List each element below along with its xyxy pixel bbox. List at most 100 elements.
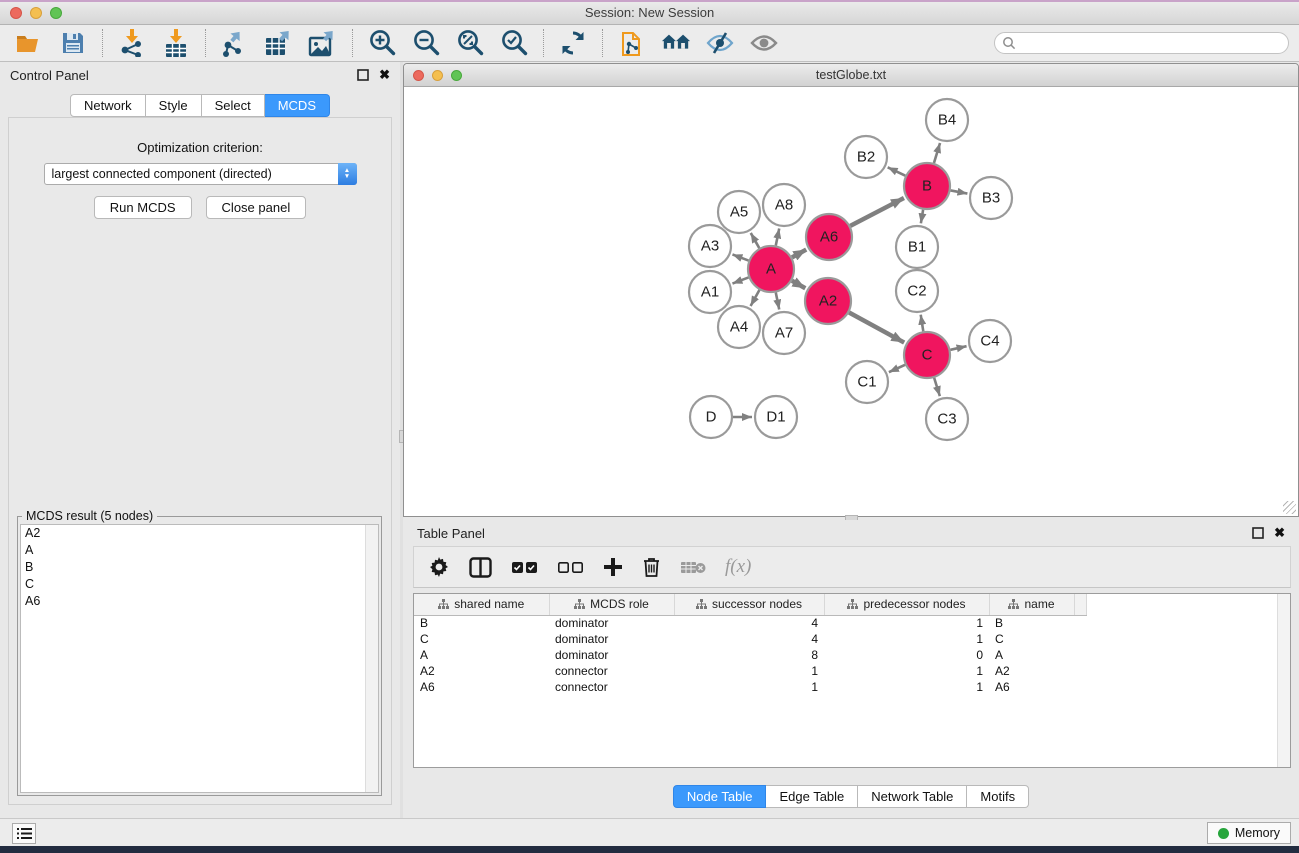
tab-select[interactable]: Select (202, 94, 265, 117)
table-cell[interactable]: 1 (674, 679, 824, 695)
memory-button[interactable]: Memory (1207, 822, 1291, 844)
deselect-all-icon[interactable] (557, 561, 584, 574)
table-cell[interactable]: 8 (674, 647, 824, 663)
graph-edge[interactable] (732, 254, 748, 260)
table-cell[interactable]: connector (549, 663, 674, 679)
graph-edge[interactable] (951, 190, 968, 193)
result-list-item[interactable]: A2 (21, 525, 378, 542)
table-cell[interactable]: 1 (674, 663, 824, 679)
search-field[interactable] (994, 32, 1289, 54)
export-network-button[interactable] (220, 28, 250, 58)
column-header[interactable]: successor nodes (674, 594, 824, 615)
network-canvas[interactable]: AA1A2A3A4A5A6A7A8BB1B2B3B4CC1C2C3C4DD1 (404, 87, 1298, 516)
graph-node-C2[interactable]: C2 (896, 270, 938, 312)
select-all-icon[interactable] (511, 561, 538, 574)
graph-edge[interactable] (921, 315, 924, 332)
delete-table-icon[interactable] (680, 559, 706, 575)
tab-node-table[interactable]: Node Table (673, 785, 767, 808)
zoom-selected-button[interactable] (499, 28, 529, 58)
graph-node-D1[interactable]: D1 (755, 396, 797, 438)
table-scrollbar[interactable] (1277, 594, 1290, 767)
column-header[interactable]: name (989, 594, 1074, 615)
graph-edge[interactable] (792, 281, 805, 289)
function-builder-icon[interactable]: f(x) (725, 556, 751, 578)
result-list-item[interactable]: A6 (21, 593, 378, 610)
graph-node-A3[interactable]: A3 (689, 225, 731, 267)
graph-node-A[interactable]: A (748, 246, 794, 292)
table-cell[interactable]: dominator (549, 647, 674, 663)
result-list-item[interactable]: A (21, 542, 378, 559)
table-row[interactable]: Cdominator41C (414, 631, 1086, 647)
table-close-icon[interactable]: ✖ (1274, 525, 1285, 541)
table-cell[interactable]: 1 (824, 679, 989, 695)
table-cell[interactable]: 4 (674, 631, 824, 647)
close-panel-button[interactable]: Close panel (206, 196, 307, 219)
zoom-in-button[interactable] (367, 28, 397, 58)
search-input[interactable] (1016, 36, 1288, 50)
tab-network-table[interactable]: Network Table (858, 785, 967, 808)
graph-edge[interactable] (776, 229, 779, 246)
mcds-result-list[interactable]: A2ABCA6 (20, 524, 379, 793)
run-mcds-button[interactable]: Run MCDS (94, 196, 192, 219)
resize-grip-icon[interactable] (1283, 501, 1296, 514)
table-row[interactable]: Adominator80A (414, 647, 1086, 663)
export-image-button[interactable] (308, 28, 338, 58)
table-cell[interactable]: 4 (674, 615, 824, 631)
graph-node-B4[interactable]: B4 (926, 99, 968, 141)
import-network-button[interactable] (117, 28, 147, 58)
graph-edge[interactable] (934, 143, 940, 163)
tab-style[interactable]: Style (146, 94, 202, 117)
open-session-button[interactable] (14, 28, 44, 58)
column-header[interactable]: MCDS role (549, 594, 674, 615)
network-window-titlebar[interactable]: testGlobe.txt (404, 64, 1298, 87)
graph-edge[interactable] (934, 378, 940, 396)
graph-node-A6[interactable]: A6 (806, 214, 852, 260)
graph-edge[interactable] (732, 277, 748, 283)
export-table-button[interactable] (264, 28, 294, 58)
table-row[interactable]: A6connector11A6 (414, 679, 1086, 695)
table-row[interactable]: Bdominator41B (414, 615, 1086, 631)
add-column-icon[interactable] (603, 557, 623, 577)
graph-edge[interactable] (950, 346, 966, 350)
tab-network[interactable]: Network (70, 94, 146, 117)
hide-eye-button[interactable] (705, 28, 735, 58)
table-cell[interactable]: B (414, 615, 549, 631)
column-header[interactable]: shared name (414, 594, 549, 615)
graph-node-C4[interactable]: C4 (969, 320, 1011, 362)
show-eye-button[interactable] (749, 28, 779, 58)
tab-motifs[interactable]: Motifs (967, 785, 1029, 808)
split-panel-icon[interactable] (469, 557, 492, 578)
houses-button[interactable] (661, 28, 691, 58)
node-table[interactable]: shared nameMCDS rolesuccessor nodesprede… (413, 593, 1291, 768)
graph-node-A1[interactable]: A1 (689, 271, 731, 313)
graph-edge[interactable] (888, 167, 906, 175)
network-file-button[interactable] (617, 28, 647, 58)
graph-edge[interactable] (850, 198, 904, 226)
table-cell[interactable]: C (414, 631, 549, 647)
table-cell[interactable]: A6 (989, 679, 1074, 695)
table-cell[interactable]: dominator (549, 631, 674, 647)
graph-node-A2[interactable]: A2 (805, 278, 851, 324)
import-table-button[interactable] (161, 28, 191, 58)
result-list-item[interactable]: C (21, 576, 378, 593)
graph-edge[interactable] (776, 293, 779, 310)
float-panel-icon[interactable] (357, 69, 369, 81)
table-cell[interactable]: A (989, 647, 1074, 663)
table-cell[interactable]: 1 (824, 631, 989, 647)
table-row[interactable]: A2connector11A2 (414, 663, 1086, 679)
graph-node-A5[interactable]: A5 (718, 191, 760, 233)
column-header[interactable]: predecessor nodes (824, 594, 989, 615)
graph-node-B[interactable]: B (904, 163, 950, 209)
graph-edge[interactable] (849, 312, 904, 342)
table-cell[interactable]: 1 (824, 663, 989, 679)
graph-node-C[interactable]: C (904, 332, 950, 378)
graph-node-C1[interactable]: C1 (846, 361, 888, 403)
delete-column-icon[interactable] (642, 556, 661, 578)
refresh-button[interactable] (558, 28, 588, 58)
graph-edge[interactable] (751, 233, 760, 248)
zoom-fit-button[interactable] (455, 28, 485, 58)
graph-node-B2[interactable]: B2 (845, 136, 887, 178)
graph-node-D[interactable]: D (690, 396, 732, 438)
graph-node-B3[interactable]: B3 (970, 177, 1012, 219)
graph-edge[interactable] (889, 365, 905, 372)
